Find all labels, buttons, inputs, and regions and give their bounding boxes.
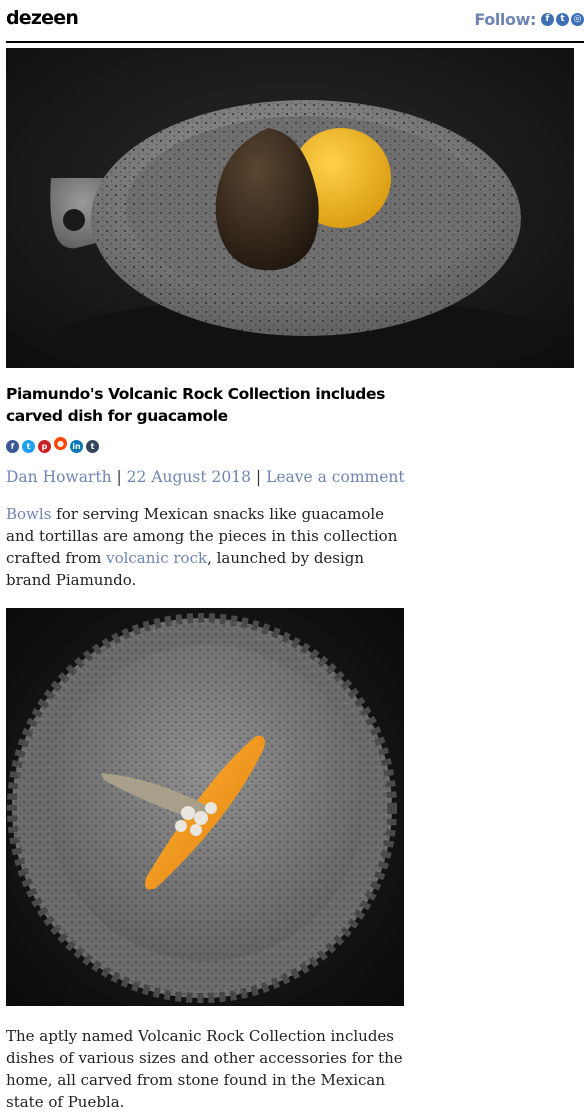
meta-separator: | <box>255 468 262 486</box>
pinterest-icon[interactable]: p <box>38 440 51 453</box>
share-icons: f t p ● in t <box>6 437 102 453</box>
bowls-link[interactable]: Bowls <box>6 505 51 523</box>
follow-label: Follow: <box>474 10 536 29</box>
author-link[interactable]: Dan Howarth <box>6 468 112 486</box>
follow-bar: Follow: f t ◎ <box>474 10 584 29</box>
site-header: dezeen Follow: f t ◎ <box>6 0 584 43</box>
dezeen-logo[interactable]: dezeen <box>6 7 79 29</box>
volcanic-rock-link[interactable]: volcanic rock <box>106 549 207 567</box>
hero-image[interactable] <box>6 48 574 368</box>
tumblr-icon[interactable]: t <box>86 440 99 453</box>
article-image[interactable] <box>6 608 404 1006</box>
meta-separator: | <box>116 468 122 486</box>
twitter-icon[interactable]: t <box>22 440 35 453</box>
date-link[interactable]: 22 August 2018 <box>127 468 251 486</box>
article-title: Piamundo's Volcanic Rock Collection incl… <box>6 385 385 425</box>
twitter-icon[interactable]: t <box>556 13 569 26</box>
linkedin-icon[interactable]: in <box>70 440 83 453</box>
facebook-icon[interactable]: f <box>541 13 554 26</box>
intro-paragraph: Bowls for serving Mexican snacks like gu… <box>6 503 406 591</box>
leave-comment-link[interactable]: Leave a comment <box>266 468 405 486</box>
facebook-icon[interactable]: f <box>6 440 19 453</box>
reddit-icon[interactable]: ● <box>54 437 67 450</box>
body-paragraph: The aptly named Volcanic Rock Collection… <box>6 1027 403 1111</box>
article-meta: Dan Howarth | 22 August 2018 | Leave a c… <box>6 468 405 486</box>
instagram-icon[interactable]: ◎ <box>571 13 584 26</box>
